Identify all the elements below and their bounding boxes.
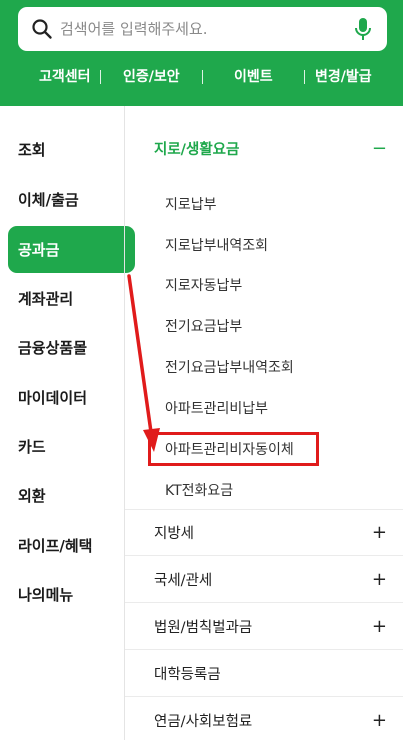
quick-separator — [304, 70, 305, 84]
quick-item-customer-center[interactable]: 고객센터 — [39, 67, 91, 87]
left-item-transfer[interactable]: 이체/출금 — [8, 176, 135, 223]
sub-item-apartment-fee-payment[interactable]: 아파트관리비납부 — [165, 393, 268, 423]
category-university-tuition[interactable]: 대학등록금 — [125, 651, 403, 695]
category-local-tax[interactable]: 지방세 + — [125, 510, 403, 554]
sub-item-giro-auto-payment[interactable]: 지로자동납부 — [165, 270, 242, 300]
collapse-icon[interactable]: − — [372, 138, 387, 159]
expand-icon[interactable]: + — [372, 522, 387, 543]
sub-item-electricity-payment-history[interactable]: 전기요금납부내역조회 — [165, 352, 294, 382]
category-giro-living-fees[interactable]: 지로/생활요금 − — [125, 126, 403, 170]
quick-menu: 고객센터 인증/보안 이벤트 변경/발급 — [0, 62, 403, 92]
left-item-my-menu[interactable]: 나의메뉴 — [8, 571, 135, 618]
search-icon[interactable] — [31, 18, 53, 40]
left-item-foreign-exchange[interactable]: 외환 — [8, 472, 135, 519]
mic-icon[interactable] — [352, 16, 374, 42]
divider — [125, 602, 403, 603]
category-court-fines[interactable]: 법원/범칙벌과금 + — [125, 604, 403, 648]
category-pension-social-insurance[interactable]: 연금/사회보험료 + — [125, 698, 403, 740]
right-submenu-panel: 지로/생활요금 − 지로납부 지로납부내역조회 지로자동납부 전기요금납부 전기… — [125, 106, 403, 740]
expand-icon[interactable]: + — [372, 569, 387, 590]
category-label: 지방세 — [154, 525, 195, 542]
category-label: 지로/생활요금 — [154, 141, 240, 158]
category-label: 국세/관세 — [154, 572, 213, 589]
quick-item-change-issue[interactable]: 변경/발급 — [315, 67, 372, 87]
search-input[interactable] — [60, 7, 340, 51]
sub-item-kt-phone-bill[interactable]: KT전화요금 — [165, 475, 233, 505]
sub-item-electricity-payment[interactable]: 전기요금납부 — [165, 311, 242, 341]
sub-item-giro-payment[interactable]: 지로납부 — [165, 189, 217, 219]
left-item-card[interactable]: 카드 — [8, 423, 135, 470]
left-item-utility-bills[interactable]: 공과금 — [8, 226, 135, 273]
search-bar[interactable] — [18, 7, 387, 51]
category-label: 법원/범칙벌과금 — [154, 619, 253, 636]
sub-item-apartment-fee-auto-transfer[interactable]: 아파트관리비자동이체 — [165, 434, 294, 464]
left-category-menu: 조회 이체/출금 공과금 계좌관리 금융상품몰 마이데이터 카드 외환 라이프/… — [0, 106, 135, 740]
left-item-life-benefits[interactable]: 라이프/혜택 — [8, 522, 135, 569]
divider — [125, 696, 403, 697]
header: 고객센터 인증/보안 이벤트 변경/발급 — [0, 0, 403, 106]
quick-item-auth-security[interactable]: 인증/보안 — [123, 67, 180, 87]
divider — [125, 555, 403, 556]
quick-separator — [100, 70, 101, 84]
expand-icon[interactable]: + — [372, 616, 387, 637]
category-label: 연금/사회보험료 — [154, 713, 253, 730]
category-label: 대학등록금 — [154, 666, 221, 683]
left-item-inquiry[interactable]: 조회 — [8, 126, 135, 173]
sub-item-giro-payment-history[interactable]: 지로납부내역조회 — [165, 230, 268, 260]
left-item-financial-products[interactable]: 금융상품몰 — [8, 324, 135, 371]
left-item-mydata[interactable]: 마이데이터 — [8, 374, 135, 421]
expand-icon[interactable]: + — [372, 710, 387, 731]
quick-separator — [202, 70, 203, 84]
divider — [125, 649, 403, 650]
left-item-account-management[interactable]: 계좌관리 — [8, 275, 135, 322]
quick-item-event[interactable]: 이벤트 — [234, 67, 273, 87]
category-national-tax-customs[interactable]: 국세/관세 + — [125, 557, 403, 601]
